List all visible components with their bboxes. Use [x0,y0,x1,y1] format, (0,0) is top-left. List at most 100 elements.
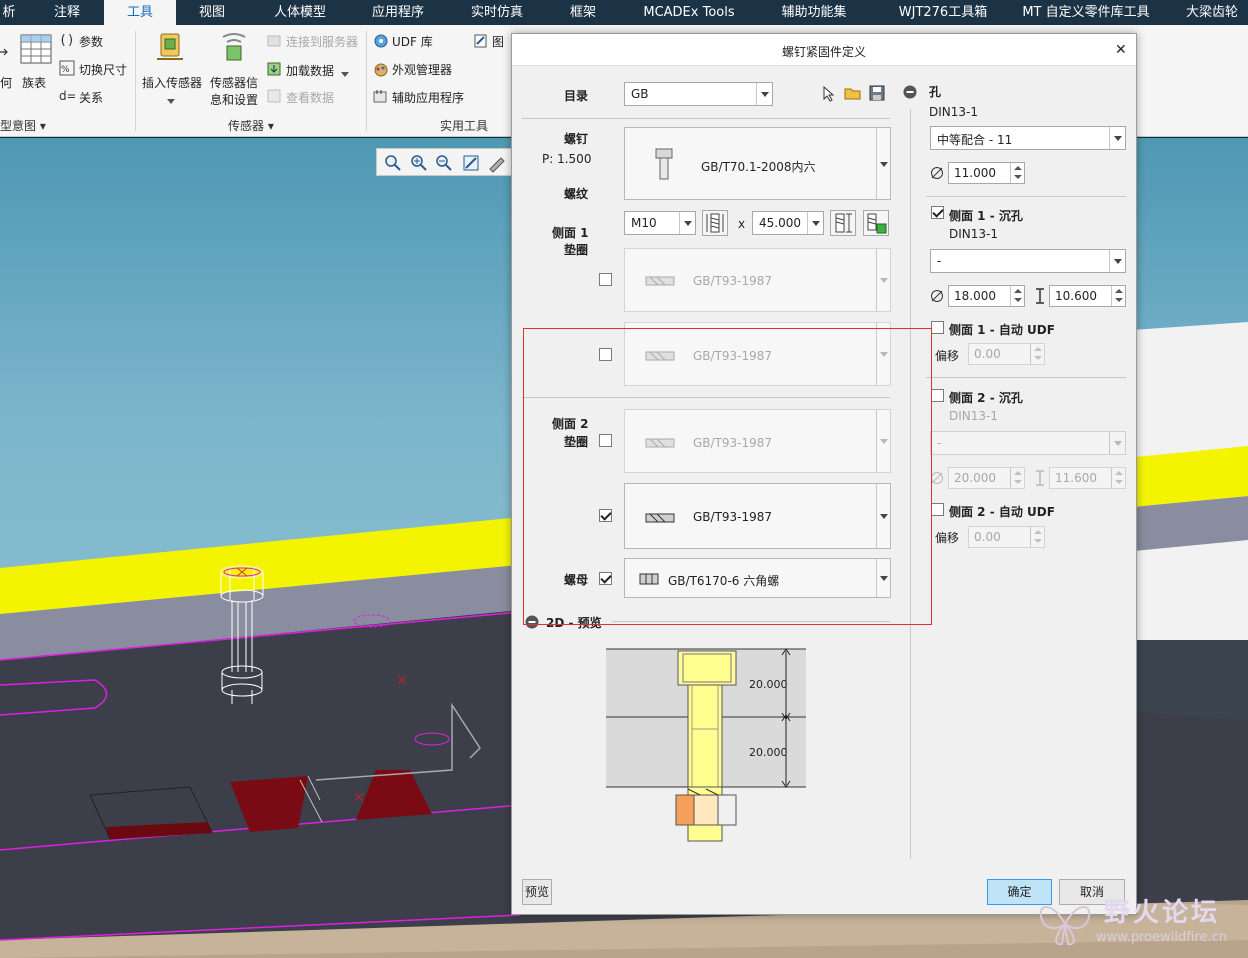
side2-counterbore-depth-input[interactable]: 11.600 [1049,467,1126,489]
spinner-icon[interactable] [1111,468,1125,488]
side2-counterbore-type-select[interactable]: - [930,431,1126,455]
side1-counterbore-diameter-input[interactable]: 18.000 [948,285,1025,307]
tab-wjt276-toolbox[interactable]: WJT276工具箱 [882,0,1004,25]
load-data-button[interactable]: 加载数据 [286,62,334,79]
screw-length-select[interactable]: 45.000 [752,211,824,235]
collapse-icon[interactable] [525,615,539,632]
spinner-icon[interactable] [1030,344,1044,364]
tab-mcadex-tools[interactable]: MCADEx Tools [630,0,748,25]
nut-checkbox[interactable] [599,572,612,585]
open-folder-icon[interactable] [844,85,862,104]
hole-diameter-input[interactable]: 11.000 [948,162,1025,184]
side1-counterbore-checkbox[interactable] [931,206,944,219]
side2-counterbore-diameter-input[interactable]: 20.000 [948,467,1025,489]
zoom-out-icon[interactable] [434,153,454,173]
relations-button[interactable]: 关系 [79,89,103,106]
chevron-down-icon [1109,127,1125,149]
close-icon[interactable]: ✕ [1115,42,1127,58]
side1-counterbore-type-select[interactable]: - [930,249,1126,273]
side1-washer1-value: GB/T93-1987 [693,274,773,288]
side2-washer2-select[interactable]: GB/T93-1987 [624,483,891,549]
tab-analysis[interactable]: 析 [0,0,18,25]
washer-icon [645,437,675,451]
tab-applications[interactable]: 应用程序 [358,0,438,25]
spinner-icon[interactable] [1111,286,1125,306]
screw-standard-select[interactable]: GB/T70.1-2008内六 [624,127,891,200]
svg-text:%: % [61,65,70,75]
view-data-button[interactable]: 查看数据 [286,89,334,106]
sensor-info-icon[interactable] [217,31,251,68]
side2-offset-input[interactable]: 0.00 [968,526,1045,548]
collapse-icon[interactable] [903,85,917,102]
zoom-in-icon[interactable] [409,153,429,173]
aux-applications-button[interactable]: 辅助应用程序 [392,89,464,106]
spinner-icon[interactable] [1030,527,1044,547]
screw-label: 螺钉 [564,132,589,146]
geometry-button-label[interactable]: 何 [0,74,12,91]
tab-realtime-sim[interactable]: 实时仿真 [457,0,537,25]
side2-washer2-checkbox[interactable] [599,509,612,522]
side1-washer1-checkbox[interactable] [599,273,612,286]
spinner-icon[interactable] [1010,468,1024,488]
tab-annotate[interactable]: 注释 [38,0,96,25]
sensor-info-button-line1[interactable]: 传感器信 [210,74,258,91]
side2-washer1-select[interactable]: GB/T93-1987 [624,409,891,473]
sensors-group-label[interactable]: 传感器 ▾ [228,117,274,134]
side1-offset-input[interactable]: 0.00 [968,343,1045,365]
connect-server-button[interactable]: 连接到服务器 [286,33,358,50]
side1-auto-udf-checkbox[interactable] [931,321,944,334]
side1-washer1-select[interactable]: GB/T93-1987 [624,248,891,312]
parameters-button[interactable]: 参数 [79,33,103,50]
auto-length-button[interactable] [863,210,889,236]
udf-library-icon [373,33,389,52]
tab-tools[interactable]: 工具 [104,0,176,25]
spinner-icon[interactable] [1010,286,1024,306]
sensor-info-button-line2[interactable]: 息和设置 [210,91,258,108]
tab-girder-gear[interactable]: 大梁齿轮 [1176,0,1248,25]
select-cursor-icon[interactable] [821,85,837,106]
dialog-titlebar[interactable]: 螺钉紧固件定义 ✕ [512,34,1136,66]
side1-counterbore-diameter-value: 18.000 [954,289,996,303]
side2-auto-udf-checkbox[interactable] [931,503,944,516]
family-table-button[interactable]: 族表 [22,74,46,91]
family-table-icon[interactable] [20,34,52,67]
side1-counterbore-depth-input[interactable]: 10.600 [1049,285,1126,307]
appearance-manager-button[interactable]: 外观管理器 [392,61,452,78]
side1-washer2-select[interactable]: GB/T93-1987 [624,322,891,386]
diameter-icon [930,166,944,183]
side2-washer1-checkbox[interactable] [599,434,612,447]
thread-pattern-button[interactable] [702,210,728,236]
tab-manikin[interactable]: 人体模型 [260,0,340,25]
tab-aux-functions[interactable]: 辅助功能集 [765,0,863,25]
zoom-refit-icon[interactable] [383,153,403,173]
display-style-icon[interactable] [487,153,507,173]
side1-label: 侧面 1 [552,226,589,240]
tab-framework[interactable]: 框架 [556,0,610,25]
tab-mt-custom-parts[interactable]: MT 自定义零件库工具 [1014,0,1158,25]
switch-dimensions-button[interactable]: 切换尺寸 [79,61,127,78]
insert-sensor-button[interactable]: 插入传感器 [142,74,202,91]
repaint-icon[interactable] [461,153,481,173]
hole-fit-select[interactable]: 中等配合 - 11 [930,126,1126,150]
divider [522,118,890,119]
nut-standard-select[interactable]: GB/T6170-6 六角螺 [624,558,891,598]
connect-server-icon [266,33,282,52]
graphic-button[interactable]: 图 [492,33,504,50]
save-icon[interactable] [869,85,885,104]
tab-view[interactable]: 视图 [184,0,240,25]
side2-offset-value: 0.00 [974,530,1001,544]
thread-size-select[interactable]: M10 [624,211,696,235]
side1-washer2-checkbox[interactable] [599,348,612,361]
screw-icon [655,148,673,183]
udf-library-button[interactable]: UDF 库 [392,33,433,50]
chevron-down-icon [876,249,890,311]
spinner-icon[interactable] [1010,163,1024,183]
catalog-select[interactable]: GB [624,82,773,106]
insert-sensor-icon[interactable] [153,31,187,68]
model-intent-group-label[interactable]: 型意图 ▾ [0,117,46,134]
parameters-icon: () [59,32,75,49]
length-measure-button[interactable] [830,210,856,236]
side1-washer-label: 垫圈 [564,243,589,257]
side2-counterbore-checkbox[interactable] [931,389,944,402]
preview-button[interactable]: 预览 [522,879,552,905]
